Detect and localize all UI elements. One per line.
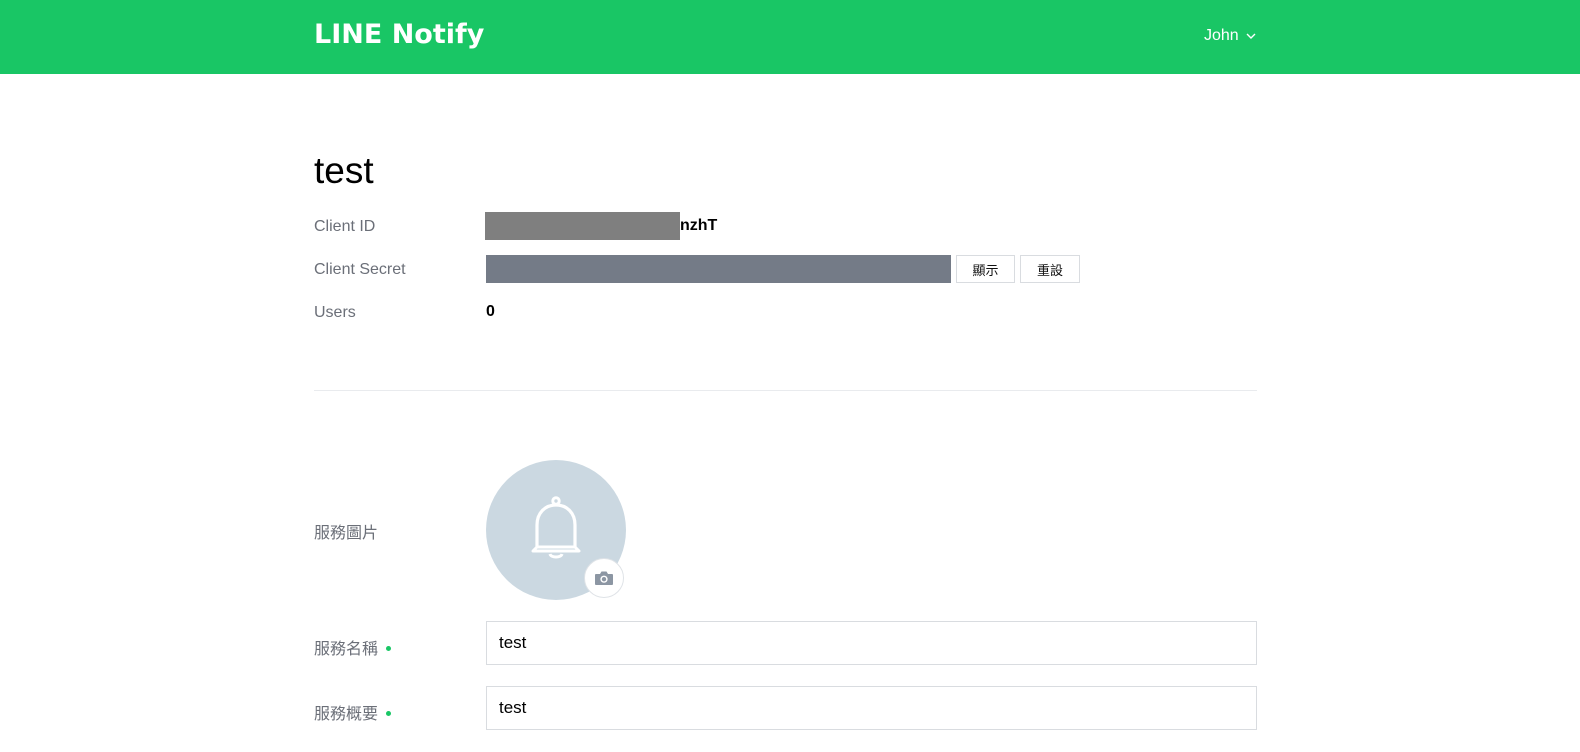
chevron-down-icon xyxy=(1246,33,1256,39)
service-name-input[interactable] xyxy=(486,621,1257,665)
client-secret-masked xyxy=(486,255,951,283)
client-id-label: Client ID xyxy=(314,218,376,235)
users-count: 0 xyxy=(486,303,495,320)
required-indicator xyxy=(386,711,392,717)
service-summary-label: 服務概要 xyxy=(314,700,392,724)
line-notify-logo[interactable]: LINE Notify xyxy=(314,19,484,50)
service-summary-label-text: 服務概要 xyxy=(314,706,379,723)
service-name-label-text: 服務名稱 xyxy=(314,641,379,658)
user-menu[interactable]: John xyxy=(1204,27,1256,45)
change-image-button[interactable] xyxy=(584,558,624,598)
reset-secret-button[interactable]: 重設 xyxy=(1020,255,1080,283)
client-id-value[interactable]: nzhT xyxy=(680,217,717,235)
top-header: LINE Notify John xyxy=(0,0,1580,74)
user-name: John xyxy=(1204,27,1239,44)
service-summary-input[interactable] xyxy=(486,686,1257,730)
client-id-redaction xyxy=(485,212,680,240)
service-image-label: 服務圖片 xyxy=(314,525,379,542)
service-name-label: 服務名稱 xyxy=(314,635,392,659)
camera-icon xyxy=(595,571,613,585)
bell-icon xyxy=(531,496,581,559)
client-secret-label: Client Secret xyxy=(314,261,406,278)
required-indicator xyxy=(386,646,392,652)
section-divider xyxy=(314,390,1257,391)
page-title: test xyxy=(314,150,374,191)
show-secret-button[interactable]: 顯示 xyxy=(956,255,1015,283)
users-label: Users xyxy=(314,304,356,321)
